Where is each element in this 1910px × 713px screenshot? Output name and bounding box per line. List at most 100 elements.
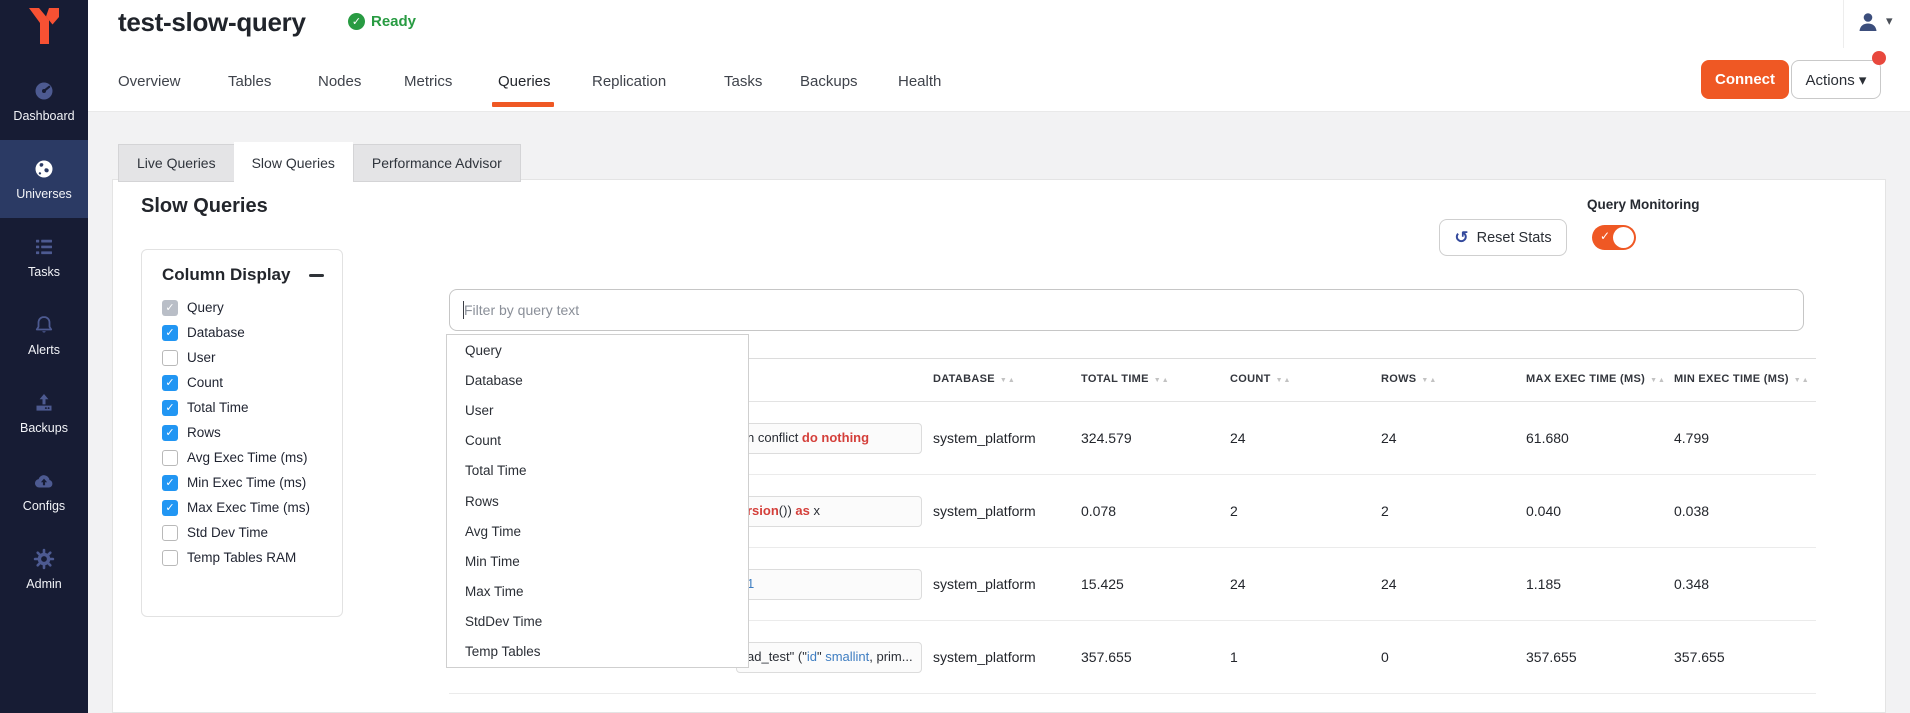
column-checkbox-temp-tables-ram[interactable]: Temp Tables RAM bbox=[162, 545, 342, 570]
max-exec-time-cell: 0.040 bbox=[1526, 503, 1561, 519]
query-cell[interactable]: ad_test" ("id" smallint, prim... bbox=[736, 642, 922, 673]
dropdown-item-min-time[interactable]: Min Time bbox=[447, 546, 748, 576]
caret-down-icon: ▾ bbox=[1859, 72, 1867, 89]
sidebar-item-universes[interactable]: Universes bbox=[0, 140, 88, 218]
tab-tables[interactable]: Tables bbox=[228, 73, 271, 90]
header-database[interactable]: DATABASE▼▲ bbox=[933, 373, 1016, 385]
dropdown-item-stddev-time[interactable]: StdDev Time bbox=[447, 607, 748, 637]
total-time-cell: 357.655 bbox=[1081, 649, 1132, 665]
sidebar-item-admin[interactable]: Admin bbox=[0, 530, 88, 608]
column-checkbox-database[interactable]: ✓Database bbox=[162, 320, 342, 345]
column-checkbox-total-time[interactable]: ✓Total Time bbox=[162, 395, 342, 420]
toggle-knob bbox=[1613, 227, 1634, 248]
header-total-time[interactable]: TOTAL TIME▼▲ bbox=[1081, 373, 1170, 385]
column-display-title: Column Display bbox=[162, 265, 290, 285]
tab-replication[interactable]: Replication bbox=[592, 73, 666, 90]
checkbox-checked-icon: ✓ bbox=[162, 425, 178, 441]
collapse-minus-icon[interactable] bbox=[309, 274, 324, 277]
sidebar-item-tasks[interactable]: Tasks bbox=[0, 218, 88, 296]
count-cell: 24 bbox=[1230, 576, 1246, 592]
column-display-header: Column Display bbox=[142, 250, 342, 291]
column-checkbox-min-exec-time[interactable]: ✓Min Exec Time (ms) bbox=[162, 470, 342, 495]
max-exec-time-cell: 61.680 bbox=[1526, 430, 1569, 446]
reset-stats-button[interactable]: ↺ Reset Stats bbox=[1439, 219, 1567, 256]
dropdown-item-max-time[interactable]: Max Time bbox=[447, 577, 748, 607]
header-max-exec-time[interactable]: MAX EXEC TIME (MS)▼▲ bbox=[1526, 373, 1666, 385]
count-cell: 24 bbox=[1230, 430, 1246, 446]
column-checkbox-max-exec-time[interactable]: ✓Max Exec Time (ms) bbox=[162, 495, 342, 520]
query-cell[interactable]: 1 bbox=[736, 569, 922, 600]
checkbox-checked-icon: ✓ bbox=[162, 325, 178, 341]
sidebar-item-alerts[interactable]: Alerts bbox=[0, 296, 88, 374]
reset-icon: ↺ bbox=[1454, 229, 1468, 246]
sidebar-item-label: Universes bbox=[16, 187, 72, 201]
query-filter-input[interactable] bbox=[449, 289, 1804, 331]
column-display-card: Column Display ✓Query ✓Database User ✓Co… bbox=[141, 249, 343, 617]
database-cell: system_platform bbox=[933, 576, 1036, 592]
sort-arrows-icon[interactable]: ▼▲ bbox=[1276, 377, 1292, 384]
checkbox-unchecked-icon bbox=[162, 525, 178, 541]
database-cell: system_platform bbox=[933, 430, 1036, 446]
query-cell[interactable]: n conflict do nothing bbox=[736, 423, 922, 454]
min-exec-time-cell: 357.655 bbox=[1674, 649, 1725, 665]
tab-nodes[interactable]: Nodes bbox=[318, 73, 361, 90]
dropdown-item-database[interactable]: Database bbox=[447, 365, 748, 395]
checkbox-unchecked-icon bbox=[162, 550, 178, 566]
checkbox-checked-icon: ✓ bbox=[162, 400, 178, 416]
dropdown-item-temp-tables[interactable]: Temp Tables bbox=[447, 637, 748, 667]
yugabyte-logo[interactable] bbox=[0, 6, 88, 51]
column-checkbox-query[interactable]: ✓Query bbox=[162, 295, 342, 320]
check-circle-icon: ✓ bbox=[348, 13, 365, 30]
count-cell: 1 bbox=[1230, 649, 1238, 665]
sidebar-item-configs[interactable]: Configs bbox=[0, 452, 88, 530]
user-icon bbox=[1856, 21, 1880, 38]
dropdown-item-user[interactable]: User bbox=[447, 395, 748, 425]
sort-arrows-icon[interactable]: ▼▲ bbox=[1421, 377, 1437, 384]
min-exec-time-cell: 4.799 bbox=[1674, 430, 1709, 446]
subtab-live-queries[interactable]: Live Queries bbox=[118, 144, 234, 182]
header-count[interactable]: COUNT▼▲ bbox=[1230, 373, 1291, 385]
column-checkbox-user[interactable]: User bbox=[162, 345, 342, 370]
dropdown-item-query[interactable]: Query bbox=[447, 335, 748, 365]
subtab-performance-advisor[interactable]: Performance Advisor bbox=[353, 144, 521, 182]
tab-backups[interactable]: Backups bbox=[800, 73, 858, 90]
filter-column-dropdown: Query Database User Count Total Time Row… bbox=[446, 334, 749, 668]
sidebar-item-label: Tasks bbox=[28, 265, 60, 279]
tab-overview[interactable]: Overview bbox=[118, 73, 181, 90]
alerts-bell-icon bbox=[32, 313, 56, 337]
sort-arrows-icon[interactable]: ▼▲ bbox=[1000, 377, 1016, 384]
connect-button[interactable]: Connect bbox=[1701, 60, 1789, 99]
tab-tasks[interactable]: Tasks bbox=[724, 73, 762, 90]
max-exec-time-cell: 1.185 bbox=[1526, 576, 1561, 592]
actions-button[interactable]: Actions ▾ bbox=[1791, 60, 1881, 99]
header-min-exec-time[interactable]: MIN EXEC TIME (MS)▼▲ bbox=[1674, 373, 1810, 385]
rows-cell: 2 bbox=[1381, 503, 1389, 519]
dropdown-item-rows[interactable]: Rows bbox=[447, 486, 748, 516]
subtab-slow-queries[interactable]: Slow Queries bbox=[234, 142, 353, 183]
query-cell[interactable]: rsion()) as x bbox=[736, 496, 922, 527]
sort-arrows-icon[interactable]: ▼▲ bbox=[1794, 377, 1810, 384]
column-checkbox-count[interactable]: ✓Count bbox=[162, 370, 342, 395]
tab-health[interactable]: Health bbox=[898, 73, 941, 90]
dropdown-item-avg-time[interactable]: Avg Time bbox=[447, 516, 748, 546]
user-avatar[interactable] bbox=[1856, 10, 1880, 39]
tab-metrics[interactable]: Metrics bbox=[404, 73, 452, 90]
sort-arrows-icon[interactable]: ▼▲ bbox=[1650, 377, 1666, 384]
query-monitoring-label: Query Monitoring bbox=[1587, 197, 1700, 212]
dropdown-item-count[interactable]: Count bbox=[447, 426, 748, 456]
checkbox-unchecked-icon bbox=[162, 350, 178, 366]
sidebar-item-backups[interactable]: Backups bbox=[0, 374, 88, 452]
sort-arrows-icon[interactable]: ▼▲ bbox=[1154, 377, 1170, 384]
header-rows[interactable]: ROWS▼▲ bbox=[1381, 373, 1437, 385]
sidebar-item-dashboard[interactable]: Dashboard bbox=[0, 62, 88, 140]
configs-cloud-icon bbox=[32, 469, 56, 493]
column-checkbox-avg-exec-time[interactable]: Avg Exec Time (ms) bbox=[162, 445, 342, 470]
tab-queries[interactable]: Queries bbox=[498, 73, 551, 90]
dropdown-item-total-time[interactable]: Total Time bbox=[447, 456, 748, 486]
caret-down-icon[interactable]: ▾ bbox=[1886, 13, 1893, 29]
query-monitoring-toggle[interactable]: ✓ bbox=[1592, 225, 1636, 250]
total-time-cell: 324.579 bbox=[1081, 430, 1132, 446]
column-checkbox-std-dev-time[interactable]: Std Dev Time bbox=[162, 520, 342, 545]
checkbox-checked-icon: ✓ bbox=[162, 375, 178, 391]
column-checkbox-rows[interactable]: ✓Rows bbox=[162, 420, 342, 445]
